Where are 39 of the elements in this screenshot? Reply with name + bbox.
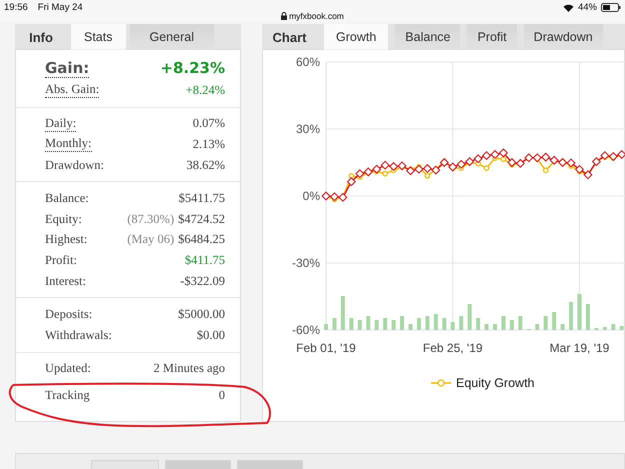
stat-label: Withdrawals: <box>45 328 112 343</box>
axis-label: 60% <box>296 55 320 69</box>
stat-label: Drawdown: <box>45 158 104 173</box>
stat-value: 0.07% <box>192 116 225 132</box>
stat-value: +8.24% <box>186 82 225 98</box>
stat-value: $0.00 <box>196 328 225 343</box>
axis-label: 30% <box>296 122 320 136</box>
stat-label: Balance: <box>45 191 89 206</box>
axis-label: -60% <box>292 323 320 337</box>
panel-title: Chart <box>272 28 308 46</box>
stat-value: $411.75 <box>184 252 225 268</box>
axis-label: 0% <box>302 189 320 203</box>
stat-value: -$322.09 <box>180 274 225 289</box>
axis-label: Feb 01, '19 <box>296 341 356 355</box>
axis-label: Feb 25, '19 <box>422 341 483 355</box>
stat-label: Interest: <box>45 274 86 289</box>
stat-value: 0 <box>218 388 225 403</box>
stat-label: Tracking <box>45 388 90 403</box>
stat-label: Deposits: <box>45 307 92 322</box>
stat-label: Highest: <box>45 232 88 248</box>
axis-label: -30% <box>292 256 320 270</box>
status-time: 19:56 <box>4 2 28 13</box>
stat-value: $5000.00 <box>178 307 225 322</box>
stat-label: Updated: <box>45 361 91 376</box>
stat-note: (May 06) <box>127 232 174 248</box>
stat-value: $5411.75 <box>178 191 225 206</box>
stat-value: $6484.25 <box>178 232 225 248</box>
stat-value: 38.62% <box>186 158 225 173</box>
panel-title: Info <box>28 28 54 46</box>
stat-value: $4724.52 <box>178 212 225 227</box>
axis-label: Mar 19, '19 <box>550 341 610 355</box>
stat-value: 2 Minutes ago <box>153 361 225 376</box>
stat-value: +8.23% <box>160 59 225 77</box>
battery-percent: 44% <box>578 2 597 13</box>
stat-note: (87.30%) <box>127 212 174 227</box>
status-date: Fri May 24 <box>38 2 83 13</box>
stat-value: 2.13% <box>192 136 225 152</box>
stat-label: Equity: <box>45 212 82 227</box>
stat-label: Profit: <box>45 252 77 268</box>
